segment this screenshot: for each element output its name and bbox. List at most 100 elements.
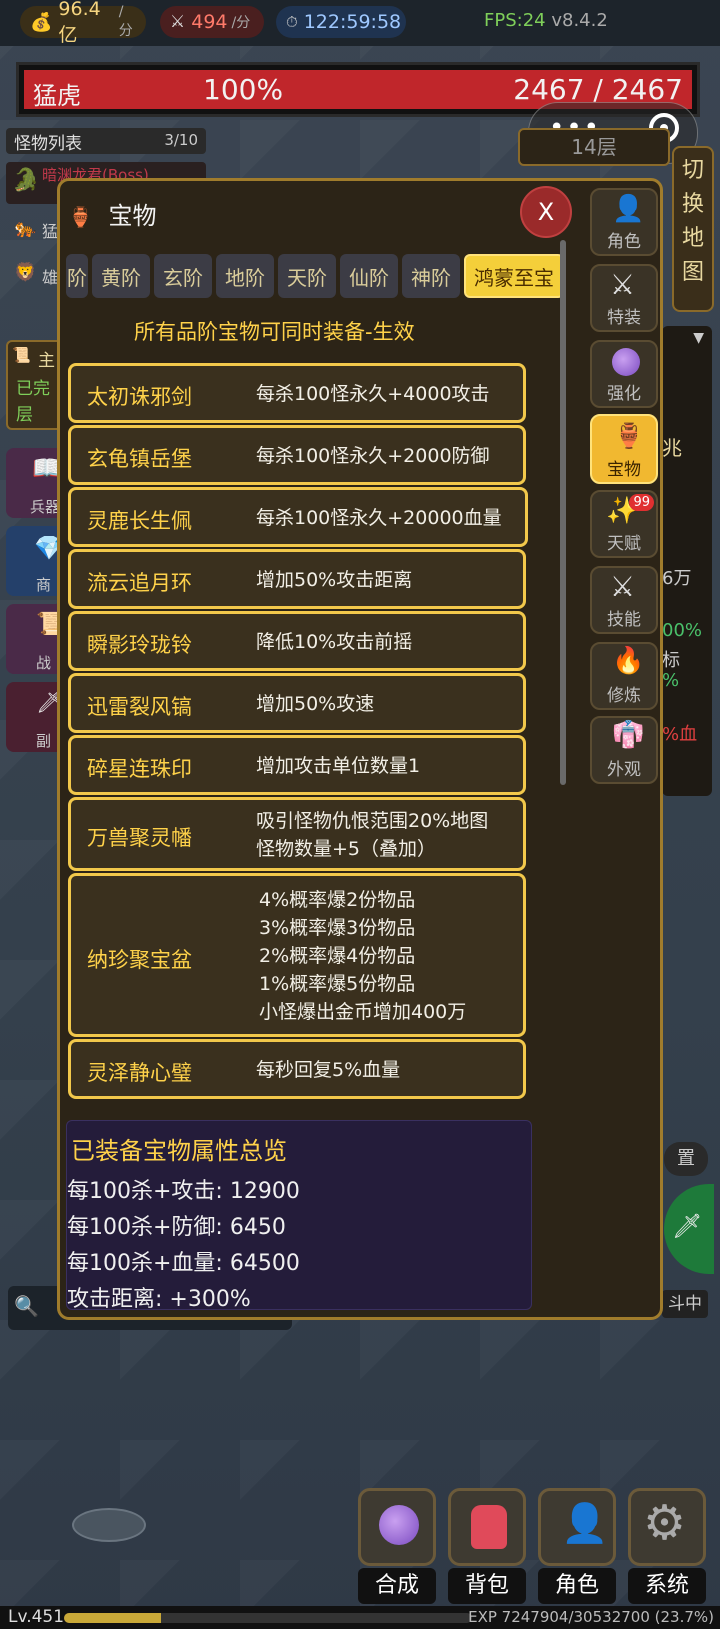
kill-rate-value: 494 <box>191 11 228 33</box>
treasure-jar-icon: 🏺 <box>614 422 644 450</box>
treasure-name: 迅雷裂风镐 <box>87 695 192 719</box>
treasure-name: 太初诛邪剑 <box>87 385 192 409</box>
craft-button[interactable] <box>358 1488 436 1566</box>
side-tab-label: 天赋 <box>607 534 641 554</box>
timer-pill: ⏱ 122:59:58 <box>276 6 406 38</box>
treasure-item[interactable]: 迅雷裂风镐 增加50%攻速 <box>68 673 526 733</box>
character-label: 角色 <box>538 1568 616 1604</box>
system-label: 系统 <box>628 1568 706 1604</box>
gold-rate-value: 96.4亿 <box>58 0 101 46</box>
treasure-jar-icon: 🏺 <box>68 205 93 229</box>
kill-rate-unit: /分 <box>231 15 251 31</box>
right-panel-text: % <box>662 670 680 691</box>
treasure-desc: 每杀100怪永久+20000血量 <box>256 507 502 529</box>
fps-value: FPS:24 <box>484 10 546 31</box>
treasure-item[interactable]: 太初诛邪剑 每杀100怪永久+4000攻击 <box>68 363 526 423</box>
summary-line: 每100杀+血量: 64500 <box>67 1251 300 1276</box>
system-button[interactable]: ⚙ <box>628 1488 706 1566</box>
side-tab-label: 修炼 <box>607 686 641 706</box>
treasure-item[interactable]: 碎星连珠印 增加攻击单位数量1 <box>68 735 526 795</box>
crossed-swords-icon: ⚔ <box>170 12 186 32</box>
treasure-item[interactable]: 流云追月环 增加50%攻击距离 <box>68 549 526 609</box>
character-button[interactable]: 👤 <box>538 1488 616 1566</box>
lion-icon: 🦁 <box>14 262 37 283</box>
side-tab-label: 角色 <box>607 232 641 252</box>
craft-label: 合成 <box>358 1568 436 1604</box>
tab-tier[interactable]: 黄阶 <box>92 254 150 298</box>
side-tab-label: 特装 <box>607 308 641 328</box>
search-icon: 🔍 <box>14 1294 39 1318</box>
robe-icon: 👘 <box>612 720 645 750</box>
side-tab-appearance[interactable]: 👘 外观 <box>590 716 658 784</box>
modal-subtitle: 所有品阶宝物可同时装备-生效 <box>134 320 415 344</box>
tab-tier[interactable]: 仙阶 <box>340 254 398 298</box>
battle-status: 斗中 <box>662 1290 708 1318</box>
modal-header: 🏺 宝物 <box>68 196 157 231</box>
treasure-item[interactable]: 纳珍聚宝盆 4%概率爆2份物品 3%概率爆3份物品 2%概率爆4份物品 1%概率… <box>68 873 526 1037</box>
stopwatch-icon: ⏱ <box>286 13 298 31</box>
right-panel-text: 6万 <box>662 568 692 589</box>
treasure-item[interactable]: 灵鹿长生佩 每杀100怪永久+20000血量 <box>68 487 528 547</box>
treasure-desc: 怪物数量+5（叠加） <box>256 838 437 860</box>
equipped-summary-panel: 已装备宝物属性总览 每100杀+攻击: 12900 每100杀+防御: 6450… <box>66 1120 532 1310</box>
tab-tier-active[interactable]: 鸿蒙至宝 <box>464 254 564 298</box>
tab-tier[interactable]: 阶 <box>66 254 88 298</box>
treasure-desc: 1%概率爆5份物品 <box>259 973 416 995</box>
tier-tabs: 阶 黄阶 玄阶 地阶 天阶 仙阶 神阶 鸿蒙至宝 <box>66 254 572 300</box>
treasure-name: 玄龟镇岳堡 <box>87 447 192 471</box>
side-tab-label: 外观 <box>607 760 641 780</box>
backpack-icon <box>471 1505 507 1549</box>
modal-scrollbar[interactable] <box>560 240 566 785</box>
settings-button[interactable]: 置 <box>664 1142 708 1176</box>
treasure-name: 灵鹿长生佩 <box>87 509 192 533</box>
right-panel-text: 00% <box>662 620 703 641</box>
gold-rate-unit: /分 <box>118 4 133 39</box>
notification-badge: 99 <box>629 494 654 511</box>
footer-bar: Lv.451 EXP 7247904/30532700 (23.7%) <box>0 1606 720 1629</box>
gear-icon: ⚙ <box>643 1495 687 1551</box>
treasure-item[interactable]: 万兽聚灵幡 吸引怪物仇恨范围20%地图 怪物数量+5（叠加） <box>68 797 526 871</box>
monster-list-header[interactable]: 怪物列表 3/10 <box>6 128 206 154</box>
summary-line: 攻击距离: +300% <box>67 1287 251 1310</box>
quest-status: 已完 <box>16 379 50 399</box>
side-tab-role[interactable]: 👤 角色 <box>590 188 658 256</box>
treasure-item[interactable]: 灵泽静心璧 每秒回复5%血量 <box>68 1039 526 1099</box>
side-tab-cultivate[interactable]: 🔥 修炼 <box>590 642 658 710</box>
side-tab-talent[interactable]: ✨ 99 天赋 <box>590 490 658 558</box>
close-button[interactable]: X <box>520 186 572 238</box>
treasure-item[interactable]: 玄龟镇岳堡 每杀100怪永久+2000防御 <box>68 425 526 485</box>
weapon-button-label: 兵器 <box>30 498 61 516</box>
treasure-desc: 3%概率爆3份物品 <box>259 917 416 939</box>
kill-rate-pill: ⚔ 494 /分 <box>160 6 264 38</box>
treasure-name: 瞬影玲珑铃 <box>87 633 192 657</box>
side-tab-label: 宝物 <box>607 460 641 480</box>
tab-tier[interactable]: 神阶 <box>402 254 460 298</box>
side-tab-skill[interactable]: ⚔ 技能 <box>590 566 658 634</box>
switch-map-char: 换 <box>681 192 704 217</box>
monster-list-count: 3/10 <box>164 131 198 149</box>
tab-tier[interactable]: 地阶 <box>216 254 274 298</box>
collapse-arrow-icon[interactable]: ▼ <box>693 330 704 346</box>
timer-value: 122:59:58 <box>303 11 402 33</box>
switch-map-button[interactable]: 切 换 地 图 <box>672 146 714 312</box>
side-tab-special-equip[interactable]: ⚔ 特装 <box>590 264 658 332</box>
crystal-ball-icon <box>612 348 640 376</box>
crossed-swords-icon: ⚔ <box>610 570 636 603</box>
right-panel-text: %血 <box>662 724 698 745</box>
right-panel-text: 标 <box>662 650 680 671</box>
side-tab-label: 技能 <box>607 610 641 630</box>
switch-map-char: 切 <box>681 158 704 183</box>
treasure-desc: 降低10%攻击前摇 <box>256 631 413 653</box>
dragon-icon: 🐊 <box>12 168 40 193</box>
side-tab-treasure[interactable]: 🏺 宝物 <box>590 414 658 484</box>
tab-tier[interactable]: 天阶 <box>278 254 336 298</box>
side-tab-enhance[interactable]: 强化 <box>590 340 658 408</box>
scroll-icon: 📜 <box>12 346 31 364</box>
treasure-item[interactable]: 瞬影玲珑铃 降低10%攻击前摇 <box>68 611 526 671</box>
monster-name: 猛 <box>42 222 59 241</box>
treasure-desc: 2%概率爆4份物品 <box>259 945 416 967</box>
backpack-button[interactable] <box>448 1488 526 1566</box>
battle-button-label: 战 <box>36 654 52 672</box>
tab-tier[interactable]: 玄阶 <box>154 254 212 298</box>
treasure-name: 纳珍聚宝盆 <box>87 948 192 972</box>
